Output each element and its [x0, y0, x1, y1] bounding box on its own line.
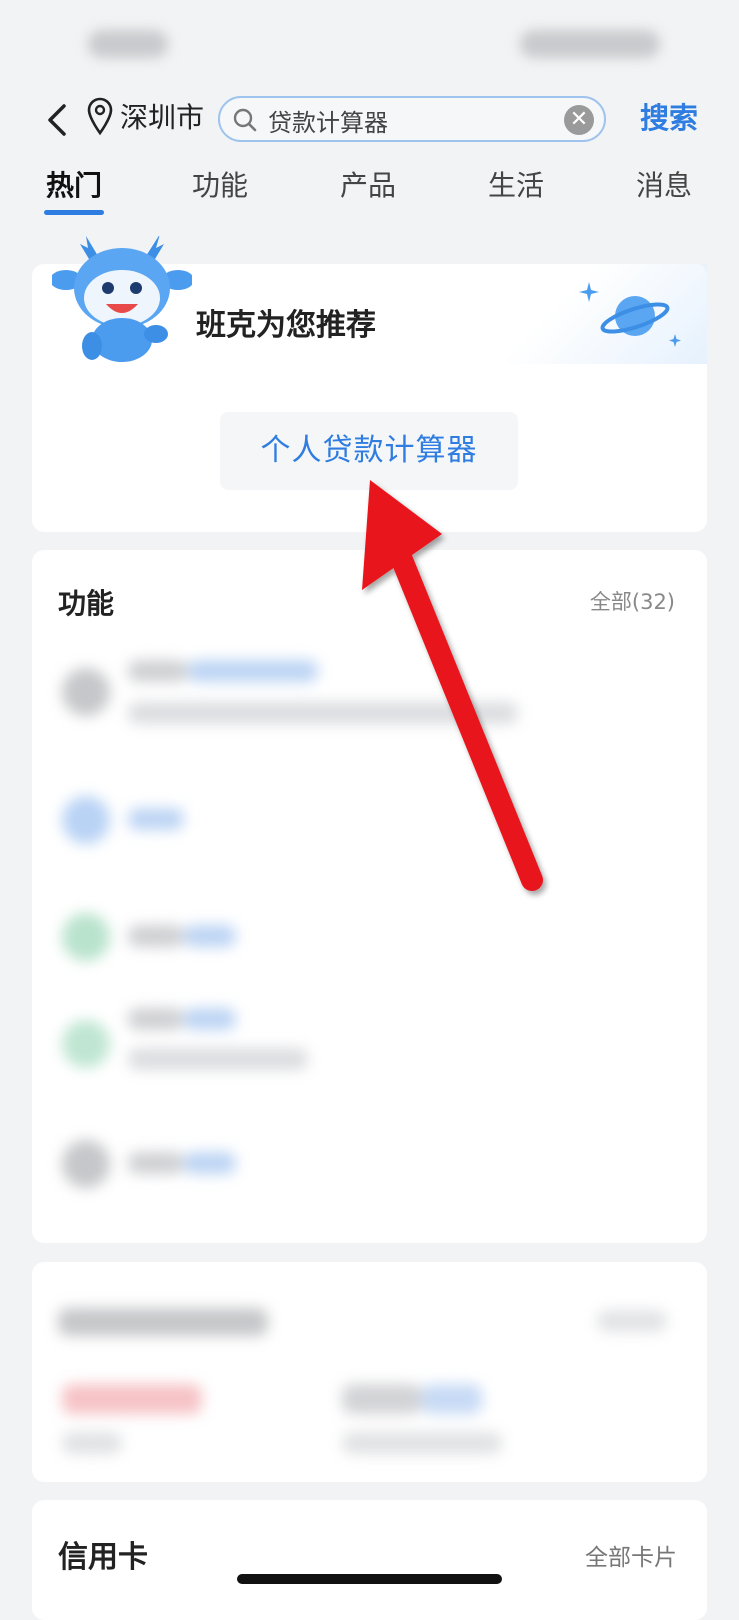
back-icon[interactable] [38, 98, 78, 142]
functions-view-all[interactable]: 全部(32) [590, 586, 675, 616]
status-bar-time [88, 30, 168, 58]
tab-hot[interactable]: 热门 [46, 166, 102, 206]
credit-card-title: 信用卡 [58, 1540, 148, 1575]
search-icon [233, 108, 257, 132]
credit-card-view-all[interactable]: 全部卡片 [585, 1538, 677, 1572]
search-button[interactable]: 搜索 [640, 100, 698, 136]
status-bar-indicators [520, 30, 660, 58]
home-indicator[interactable] [237, 1574, 502, 1584]
function-item[interactable] [32, 1120, 707, 1200]
search-box[interactable]: ✕ [218, 96, 606, 142]
tab-messages[interactable]: 消息 [636, 166, 692, 206]
blurred-content [32, 1362, 707, 1472]
blurred-section-card [32, 1262, 707, 1482]
location-pin-icon [87, 97, 113, 136]
annotation-arrow-icon [362, 480, 543, 891]
planet-icon [579, 282, 681, 347]
tab-active-indicator [44, 210, 104, 215]
tab-functions[interactable]: 功能 [192, 166, 248, 206]
mascot-icon [52, 236, 192, 362]
tab-life[interactable]: 生活 [488, 166, 544, 206]
functions-title: 功能 [58, 587, 115, 620]
tab-products[interactable]: 产品 [340, 166, 396, 206]
city-selector[interactable]: 深圳市 [120, 100, 204, 136]
function-item[interactable] [32, 990, 707, 1070]
blurred-header [32, 1272, 707, 1362]
recommend-title: 班克为您推荐 [196, 308, 376, 343]
clear-icon[interactable]: ✕ [564, 105, 594, 135]
credit-card-section: 信用卡 全部卡片 [32, 1500, 707, 1620]
search-input[interactable] [268, 104, 548, 136]
